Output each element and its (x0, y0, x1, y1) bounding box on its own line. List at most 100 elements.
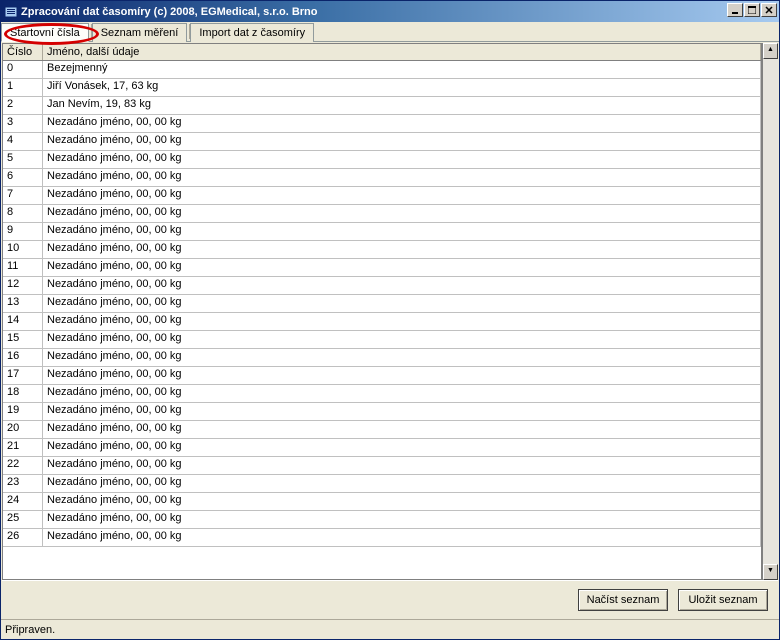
table-row[interactable]: 2Jan Nevím, 19, 83 kg (3, 97, 761, 115)
table-row[interactable]: 11Nezadáno jméno, 00, 00 kg (3, 259, 761, 277)
table-row[interactable]: 15Nezadáno jméno, 00, 00 kg (3, 331, 761, 349)
scroll-down-button[interactable]: ▼ (763, 564, 778, 580)
app-icon (4, 5, 18, 19)
cell-name[interactable]: Nezadáno jméno, 00, 00 kg (43, 133, 761, 150)
cell-name[interactable]: Nezadáno jméno, 00, 00 kg (43, 511, 761, 528)
table-row[interactable]: 23Nezadáno jméno, 00, 00 kg (3, 475, 761, 493)
cell-number[interactable]: 1 (3, 79, 43, 96)
table-row[interactable]: 1Jiří Vonásek, 17, 63 kg (3, 79, 761, 97)
table-row[interactable]: 22Nezadáno jméno, 00, 00 kg (3, 457, 761, 475)
tab-0[interactable]: Startovní čísla (1, 23, 89, 42)
load-list-button[interactable]: Načíst seznam (578, 589, 668, 611)
close-button[interactable] (761, 3, 777, 17)
cell-name[interactable]: Nezadáno jméno, 00, 00 kg (43, 529, 761, 546)
table-row[interactable]: 4Nezadáno jméno, 00, 00 kg (3, 133, 761, 151)
cell-name[interactable]: Nezadáno jméno, 00, 00 kg (43, 421, 761, 438)
cell-number[interactable]: 5 (3, 151, 43, 168)
grid-body[interactable]: 0Bezejmenný1Jiří Vonásek, 17, 63 kg2Jan … (3, 61, 761, 579)
cell-number[interactable]: 17 (3, 367, 43, 384)
save-list-button[interactable]: Uložit seznam (678, 589, 768, 611)
cell-name[interactable]: Nezadáno jméno, 00, 00 kg (43, 367, 761, 384)
cell-name[interactable]: Nezadáno jméno, 00, 00 kg (43, 115, 761, 132)
cell-number[interactable]: 6 (3, 169, 43, 186)
cell-number[interactable]: 21 (3, 439, 43, 456)
table-row[interactable]: 7Nezadáno jméno, 00, 00 kg (3, 187, 761, 205)
column-header-name[interactable]: Jméno, další údaje (43, 44, 761, 60)
vertical-scrollbar[interactable]: ▲ ▼ (762, 43, 778, 580)
cell-number[interactable]: 13 (3, 295, 43, 312)
table-row[interactable]: 24Nezadáno jméno, 00, 00 kg (3, 493, 761, 511)
table-row[interactable]: 9Nezadáno jméno, 00, 00 kg (3, 223, 761, 241)
cell-name[interactable]: Jiří Vonásek, 17, 63 kg (43, 79, 761, 96)
cell-name[interactable]: Nezadáno jméno, 00, 00 kg (43, 223, 761, 240)
column-header-number[interactable]: Číslo (3, 44, 43, 60)
cell-number[interactable]: 20 (3, 421, 43, 438)
table-row[interactable]: 10Nezadáno jméno, 00, 00 kg (3, 241, 761, 259)
maximize-button[interactable] (744, 3, 760, 17)
cell-name[interactable]: Nezadáno jméno, 00, 00 kg (43, 295, 761, 312)
cell-number[interactable]: 23 (3, 475, 43, 492)
cell-name[interactable]: Nezadáno jméno, 00, 00 kg (43, 313, 761, 330)
cell-name[interactable]: Nezadáno jméno, 00, 00 kg (43, 205, 761, 222)
cell-number[interactable]: 8 (3, 205, 43, 222)
table-row[interactable]: 16Nezadáno jméno, 00, 00 kg (3, 349, 761, 367)
cell-number[interactable]: 10 (3, 241, 43, 258)
cell-name[interactable]: Nezadáno jméno, 00, 00 kg (43, 349, 761, 366)
table-row[interactable]: 21Nezadáno jméno, 00, 00 kg (3, 439, 761, 457)
cell-name[interactable]: Bezejmenný (43, 61, 761, 78)
cell-number[interactable]: 15 (3, 331, 43, 348)
cell-number[interactable]: 14 (3, 313, 43, 330)
tab-2[interactable]: Import dat z časomíry (190, 23, 314, 42)
scroll-up-button[interactable]: ▲ (763, 43, 778, 59)
cell-name[interactable]: Nezadáno jméno, 00, 00 kg (43, 403, 761, 420)
table-row[interactable]: 6Nezadáno jméno, 00, 00 kg (3, 169, 761, 187)
cell-number[interactable]: 25 (3, 511, 43, 528)
window-title: Zpracování dat časomíry (c) 2008, EGMedi… (21, 6, 318, 18)
cell-number[interactable]: 19 (3, 403, 43, 420)
cell-number[interactable]: 16 (3, 349, 43, 366)
cell-name[interactable]: Nezadáno jméno, 00, 00 kg (43, 331, 761, 348)
cell-number[interactable]: 12 (3, 277, 43, 294)
table-row[interactable]: 0Bezejmenný (3, 61, 761, 79)
table-row[interactable]: 19Nezadáno jméno, 00, 00 kg (3, 403, 761, 421)
cell-name[interactable]: Nezadáno jméno, 00, 00 kg (43, 259, 761, 276)
cell-number[interactable]: 26 (3, 529, 43, 546)
table-row[interactable]: 25Nezadáno jméno, 00, 00 kg (3, 511, 761, 529)
table-row[interactable]: 26Nezadáno jméno, 00, 00 kg (3, 529, 761, 547)
cell-number[interactable]: 18 (3, 385, 43, 402)
table-row[interactable]: 13Nezadáno jméno, 00, 00 kg (3, 295, 761, 313)
cell-name[interactable]: Nezadáno jméno, 00, 00 kg (43, 277, 761, 294)
cell-name[interactable]: Nezadáno jméno, 00, 00 kg (43, 385, 761, 402)
cell-number[interactable]: 24 (3, 493, 43, 510)
cell-number[interactable]: 0 (3, 61, 43, 78)
cell-number[interactable]: 9 (3, 223, 43, 240)
table-row[interactable]: 20Nezadáno jméno, 00, 00 kg (3, 421, 761, 439)
cell-name[interactable]: Nezadáno jméno, 00, 00 kg (43, 151, 761, 168)
table-row[interactable]: 5Nezadáno jméno, 00, 00 kg (3, 151, 761, 169)
cell-number[interactable]: 2 (3, 97, 43, 114)
minimize-button[interactable] (727, 3, 743, 17)
cell-number[interactable]: 7 (3, 187, 43, 204)
cell-name[interactable]: Nezadáno jméno, 00, 00 kg (43, 169, 761, 186)
cell-name[interactable]: Nezadáno jméno, 00, 00 kg (43, 475, 761, 492)
cell-number[interactable]: 22 (3, 457, 43, 474)
cell-name[interactable]: Jan Nevím, 19, 83 kg (43, 97, 761, 114)
cell-name[interactable]: Nezadáno jméno, 00, 00 kg (43, 457, 761, 474)
scroll-track[interactable] (763, 59, 778, 564)
table-row[interactable]: 14Nezadáno jméno, 00, 00 kg (3, 313, 761, 331)
cell-name[interactable]: Nezadáno jméno, 00, 00 kg (43, 439, 761, 456)
cell-name[interactable]: Nezadáno jméno, 00, 00 kg (43, 187, 761, 204)
cell-number[interactable]: 4 (3, 133, 43, 150)
table-row[interactable]: 3Nezadáno jméno, 00, 00 kg (3, 115, 761, 133)
data-grid[interactable]: Číslo Jméno, další údaje 0Bezejmenný1Jiř… (2, 43, 762, 580)
cell-name[interactable]: Nezadáno jméno, 00, 00 kg (43, 493, 761, 510)
table-row[interactable]: 17Nezadáno jméno, 00, 00 kg (3, 367, 761, 385)
tab-1[interactable]: Seznam měření (92, 23, 188, 42)
cell-number[interactable]: 3 (3, 115, 43, 132)
table-row[interactable]: 12Nezadáno jméno, 00, 00 kg (3, 277, 761, 295)
cell-name[interactable]: Nezadáno jméno, 00, 00 kg (43, 241, 761, 258)
status-text: Připraven. (5, 624, 55, 636)
table-row[interactable]: 8Nezadáno jméno, 00, 00 kg (3, 205, 761, 223)
cell-number[interactable]: 11 (3, 259, 43, 276)
table-row[interactable]: 18Nezadáno jméno, 00, 00 kg (3, 385, 761, 403)
